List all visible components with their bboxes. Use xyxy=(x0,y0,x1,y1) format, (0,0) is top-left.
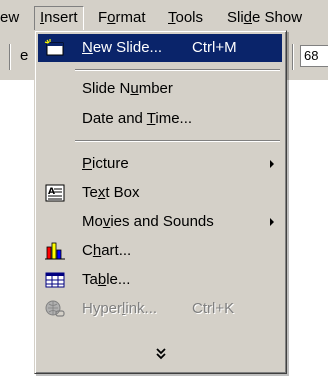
submenu-arrow-icon xyxy=(270,160,274,168)
menu-item-chart[interactable]: Chart... xyxy=(38,237,282,265)
menu-item-slide-number[interactable]: Slide Number xyxy=(38,75,282,103)
menu-slide-show-label: Slide Show xyxy=(227,9,303,26)
menu-item-label: Chart... xyxy=(82,242,132,259)
table-icon xyxy=(45,272,65,288)
insert-menu: New Slide... Ctrl+M Slide Number Date an… xyxy=(34,30,287,374)
text-box-icon: A xyxy=(45,184,65,202)
menu-item-label: Picture xyxy=(82,155,129,172)
menu-item-label: Movies and Sounds xyxy=(82,213,214,230)
menu-item-text-box[interactable]: A Text Box xyxy=(38,179,282,207)
menu-separator xyxy=(75,69,280,71)
menu-item-label: Slide Number xyxy=(82,80,173,97)
chart-icon xyxy=(45,242,65,260)
menu-item-table[interactable]: Table... xyxy=(38,266,282,294)
toolbar-separator xyxy=(292,44,294,70)
menu-insert-label: Insert xyxy=(40,9,78,26)
toolbar-separator xyxy=(9,44,11,70)
menu-item-picture[interactable]: Picture xyxy=(38,150,282,178)
menu-item-movies-and-sounds[interactable]: Movies and Sounds xyxy=(38,208,282,236)
new-slide-icon xyxy=(44,39,64,56)
menu-item-label: Hyperlink... xyxy=(82,300,158,317)
menu-format-label: Format xyxy=(98,9,146,26)
hyperlink-icon xyxy=(45,300,65,317)
submenu-arrow-icon xyxy=(270,218,274,226)
toolbar-partial-button[interactable]: e xyxy=(20,47,28,64)
menu-slide-show[interactable]: Slide Show xyxy=(227,6,302,30)
menu-item-hyperlink[interactable]: Hyperlink... Ctrl+K xyxy=(38,295,282,323)
menu-format[interactable]: Format xyxy=(98,6,146,30)
menu-separator xyxy=(75,140,280,142)
menu-item-date-and-time[interactable]: Date and Time... xyxy=(38,105,282,133)
powerpoint-window: ew Insert Format Tools Slide Show e 68 N… xyxy=(0,0,328,379)
menu-item-label: New Slide... xyxy=(82,39,163,56)
menu-item-label: Date and Time... xyxy=(82,110,193,127)
menu-insert[interactable]: Insert xyxy=(34,6,84,30)
menu-item-label: Table... xyxy=(82,271,131,288)
menu-item-shortcut: Ctrl+M xyxy=(192,39,237,56)
menu-tools[interactable]: Tools xyxy=(168,6,203,30)
menu-item-new-slide[interactable]: New Slide... Ctrl+M xyxy=(38,34,282,62)
zoom-combo[interactable]: 68 xyxy=(300,45,328,67)
double-chevron-down-icon[interactable] xyxy=(155,347,167,361)
menu-item-label: Text Box xyxy=(82,184,140,201)
menu-item-shortcut: Ctrl+K xyxy=(192,300,235,317)
menu-view[interactable]: ew xyxy=(0,6,19,30)
menu-tools-label: Tools xyxy=(168,9,204,26)
